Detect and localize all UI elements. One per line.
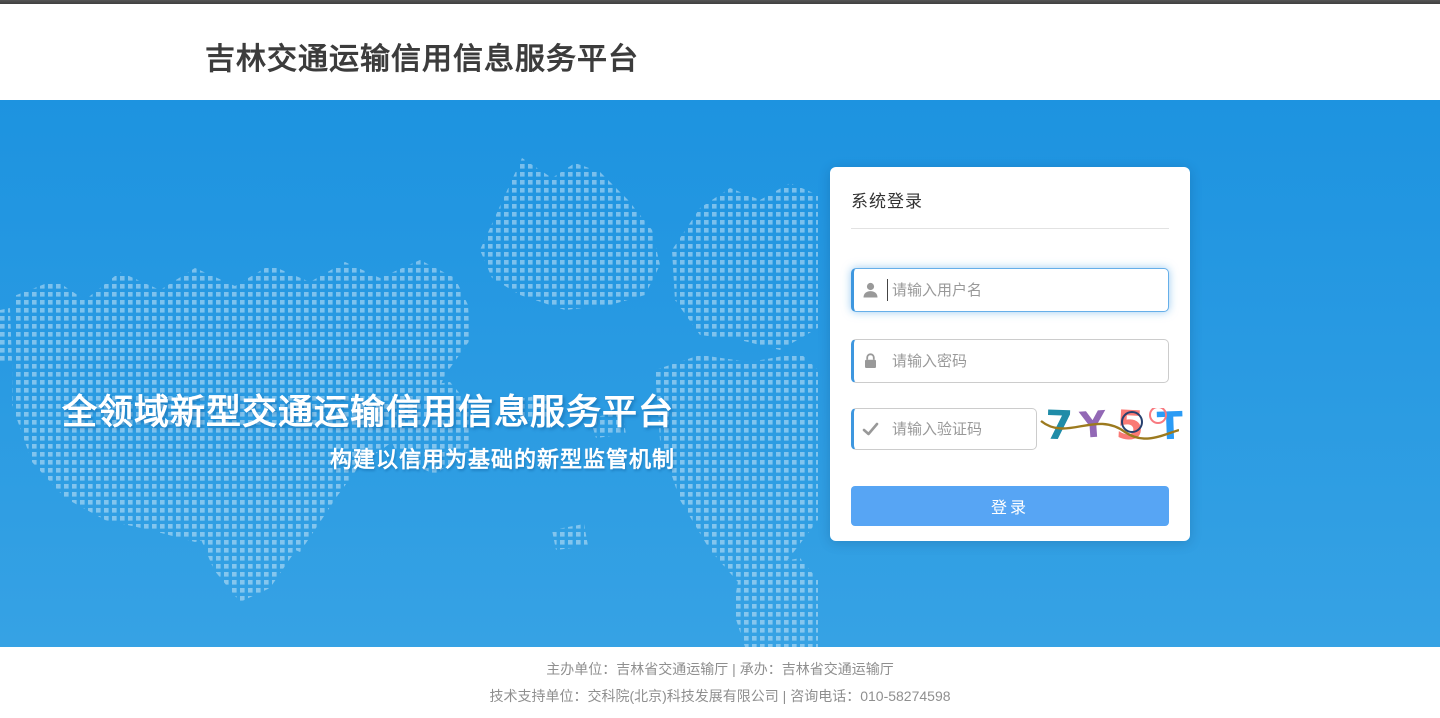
- hero-banner: 全领域新型交通运输信用信息服务平台 构建以信用为基础的新型监管机制 系统登录: [0, 100, 1440, 647]
- captcha-row: 7 Y 5 T: [851, 408, 1169, 452]
- lock-icon: [862, 353, 879, 370]
- login-button[interactable]: 登录: [851, 486, 1169, 526]
- username-row: [851, 268, 1169, 312]
- username-input[interactable]: [851, 268, 1169, 312]
- captcha-image[interactable]: 7 Y 5 T: [1045, 408, 1175, 452]
- login-card-title: 系统登录: [851, 187, 1169, 212]
- hero-title: 全领域新型交通运输信用信息服务平台: [62, 384, 674, 435]
- page-header: 吉林交通运输信用信息服务平台: [0, 4, 1440, 100]
- site-title: 吉林交通运输信用信息服务平台: [205, 34, 639, 78]
- text-caret: [887, 279, 888, 301]
- user-icon: [862, 282, 879, 299]
- page-footer: 主办单位：吉林省交通运输厅 | 承办：吉林省交通运输厅 技术支持单位：交科院(北…: [0, 647, 1440, 718]
- login-card: 系统登录: [830, 167, 1190, 541]
- footer-sponsor-line: 主办单位：吉林省交通运输厅 | 承办：吉林省交通运输厅: [0, 662, 1440, 676]
- login-card-divider: [851, 228, 1169, 229]
- check-icon: [862, 421, 879, 438]
- footer-support-line: 技术支持单位：交科院(北京)科技发展有限公司 | 咨询电话：010-582745…: [0, 689, 1440, 703]
- hero-subtitle: 构建以信用为基础的新型监管机制: [330, 442, 675, 474]
- password-row: [851, 339, 1169, 383]
- world-map-dots-graphic: [0, 100, 820, 647]
- password-input[interactable]: [851, 339, 1169, 383]
- captcha-noise-graphic: [1039, 408, 1179, 454]
